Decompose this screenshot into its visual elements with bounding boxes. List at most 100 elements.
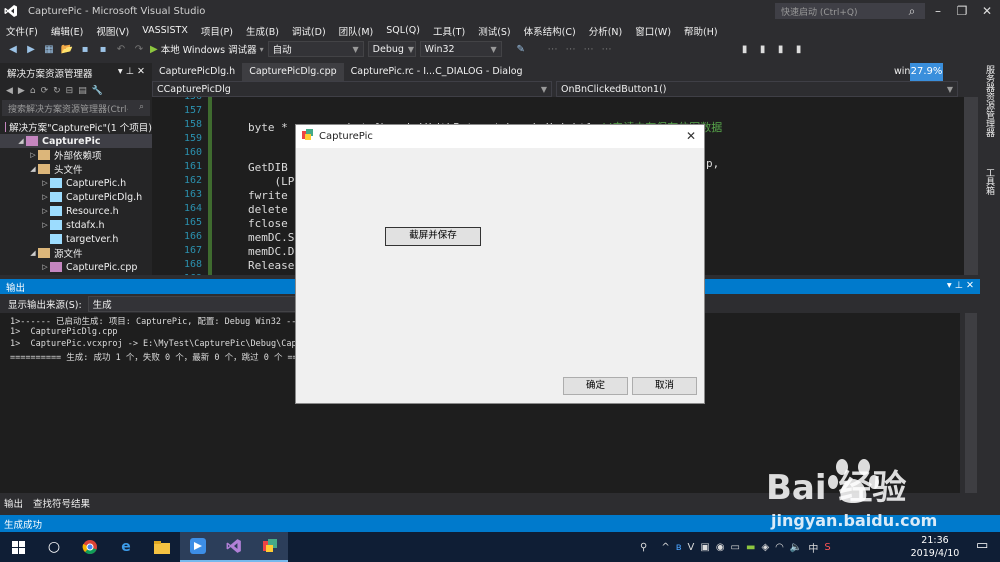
expander-icon[interactable]: ▷ — [40, 263, 50, 271]
cancel-button[interactable]: 取消 — [632, 377, 697, 395]
undo-icon[interactable]: ↶ — [114, 44, 128, 55]
menu-item[interactable]: VASSISTX — [142, 25, 188, 36]
solution-mode-combo[interactable]: 自动 ▼ — [267, 41, 364, 57]
method-combo[interactable]: OnBnClickedButton1() ▼ — [556, 81, 958, 97]
tree-item[interactable]: targetver.h — [0, 232, 152, 246]
tree-item[interactable]: ◢ 头文件 — [0, 162, 152, 176]
capture-and-save-button[interactable]: 截屏并保存 — [385, 227, 481, 246]
menu-item[interactable]: 帮助(H) — [684, 24, 718, 38]
expander-icon[interactable]: ◢ — [28, 249, 38, 257]
close-panel-icon[interactable]: ✕ — [137, 66, 145, 77]
collapse-all-icon[interactable]: ⊟ — [66, 86, 74, 96]
capturepic-app-icon[interactable] — [252, 532, 288, 562]
platform-combo[interactable]: Win32 ▼ — [419, 41, 502, 57]
forward-icon[interactable]: ▶ — [18, 86, 25, 96]
properties-icon[interactable]: 🔧 — [92, 86, 103, 96]
menu-item[interactable]: 生成(B) — [246, 24, 279, 38]
menu-item[interactable]: 视图(V) — [96, 24, 129, 38]
tree-item[interactable]: ▷ Resource.h — [0, 204, 152, 218]
save-icon[interactable]: ▪ — [78, 44, 92, 55]
expander-icon[interactable]: ▷ — [40, 221, 50, 229]
expander-icon[interactable]: ◢ — [28, 165, 38, 173]
windows-start-icon[interactable] — [0, 532, 36, 562]
ime-indicator[interactable]: 中 — [808, 540, 818, 555]
expander-icon[interactable]: ◢ — [16, 137, 26, 145]
show-all-files-icon[interactable]: ▤ — [78, 86, 87, 96]
feishu-icon[interactable] — [180, 532, 216, 562]
expander-icon[interactable]: ▷ — [28, 151, 38, 159]
sogou-icon[interactable]: S — [824, 542, 830, 553]
comment-icon[interactable]: ⋯ — [564, 44, 578, 55]
bookmark-prev-icon[interactable]: ▮ — [756, 44, 770, 55]
tree-item[interactable]: ▷ stdafx.h — [0, 218, 152, 232]
tray-app-icon-1[interactable]: ▣ — [700, 542, 709, 553]
tree-item[interactable]: ▷ CapturePic.cpp — [0, 260, 152, 274]
pin-icon[interactable]: ▾ ⊥ — [118, 66, 134, 77]
tray-app-icon-2[interactable]: ◉ — [716, 542, 725, 553]
menu-item[interactable]: 调试(D) — [292, 24, 326, 38]
refresh-icon[interactable]: ↻ — [53, 86, 61, 96]
search-circle-icon[interactable]: ○ — [36, 532, 72, 562]
right-tab-toolbox[interactable]: 工具箱 — [983, 168, 996, 195]
solution-search-input[interactable]: 搜索解决方案资源管理器(Ctrl+;) ⌕ — [2, 100, 150, 116]
format-icon[interactable]: ⋯ — [582, 44, 596, 55]
visual-studio-taskbar-icon[interactable] — [216, 532, 252, 562]
document-tab[interactable]: CapturePicDlg.h — [152, 63, 242, 81]
tree-item[interactable]: ◢ CapturePic — [0, 134, 152, 148]
menu-item[interactable]: 测试(S) — [478, 24, 510, 38]
dialog-close-icon[interactable]: ✕ — [686, 129, 696, 143]
bottom-tab[interactable]: 输出 — [4, 496, 23, 510]
taskbar-clock[interactable]: 21:36 2019/4/10 — [905, 534, 965, 560]
vs-tray-icon[interactable]: V — [688, 542, 695, 553]
home-icon[interactable]: ⌂ — [30, 86, 36, 96]
configuration-combo[interactable]: Debug ▼ — [367, 41, 416, 57]
pin-icon[interactable]: ▾ ⊥ — [947, 280, 963, 291]
tree-item[interactable]: ▷ CapturePicDlg.h — [0, 190, 152, 204]
tree-item[interactable]: 解决方案"CapturePic"(1 个项目) — [0, 120, 152, 134]
menu-item[interactable]: 工具(T) — [433, 24, 465, 38]
save-all-icon[interactable]: ▪ — [96, 44, 110, 55]
document-tab[interactable]: CapturePic.rc - I...C_DIALOG - Dialog — [344, 63, 530, 81]
ok-button[interactable]: 确定 — [563, 377, 628, 395]
minimize-button[interactable]: – — [926, 2, 950, 20]
attach-icon[interactable]: ✎ — [514, 44, 528, 55]
bluetooth-icon[interactable]: ʙ — [676, 542, 682, 553]
volume-icon[interactable]: 🔈 — [790, 542, 802, 553]
menu-item[interactable]: 项目(P) — [201, 24, 233, 38]
file-explorer-icon[interactable] — [144, 532, 180, 562]
network-icon[interactable]: ◠ — [775, 542, 784, 553]
close-panel-icon[interactable]: ✕ — [966, 280, 974, 291]
redo-icon[interactable]: ↷ — [132, 44, 146, 55]
indent-icon[interactable]: ⋯ — [600, 44, 614, 55]
restore-button[interactable]: ❐ — [950, 2, 974, 20]
menu-item[interactable]: 团队(M) — [339, 24, 374, 38]
bottom-tab[interactable]: 查找符号结果 — [33, 496, 90, 510]
tree-item[interactable]: ◢ 源文件 — [0, 246, 152, 260]
new-project-icon[interactable]: ▦ — [42, 44, 56, 55]
expander-icon[interactable]: ▷ — [40, 207, 50, 215]
right-tab-server[interactable]: 服务器资源管理器 — [983, 65, 996, 137]
tree-item[interactable]: ▷ CapturePic.h — [0, 176, 152, 190]
expander-icon[interactable]: ▷ — [40, 193, 50, 201]
forward-icon[interactable]: ▶ — [24, 44, 38, 55]
menu-item[interactable]: SQL(Q) — [386, 25, 420, 36]
class-combo[interactable]: CCapturePicDlg ▼ — [152, 81, 552, 97]
menu-item[interactable]: 窗口(W) — [635, 24, 671, 38]
edge-icon[interactable]: e — [108, 532, 144, 562]
menu-item[interactable]: 编辑(E) — [51, 24, 83, 38]
back-icon[interactable]: ◀ — [6, 86, 13, 96]
back-icon[interactable]: ◀ — [6, 44, 20, 55]
sync-icon[interactable]: ⟳ — [41, 86, 49, 96]
start-debugging-button[interactable]: ▶ 本地 Windows 调试器 ▾ — [150, 42, 264, 57]
editor-scrollbar[interactable] — [964, 97, 978, 275]
tray-app-icon-5[interactable]: ◈ — [761, 542, 769, 553]
open-folder-icon[interactable]: 📂 — [60, 44, 74, 55]
bookmark-next-icon[interactable]: ▮ — [774, 44, 788, 55]
close-window-button[interactable]: ✕ — [975, 2, 999, 20]
output-source-combo[interactable]: 生成 — [87, 296, 298, 312]
menu-item[interactable]: 文件(F) — [6, 24, 38, 38]
menu-item[interactable]: 分析(N) — [589, 24, 623, 38]
tray-app-icon-3[interactable]: ▭ — [731, 542, 740, 553]
step-icon[interactable]: ⋯ — [546, 44, 560, 55]
people-icon[interactable]: ⚲ — [640, 542, 647, 553]
